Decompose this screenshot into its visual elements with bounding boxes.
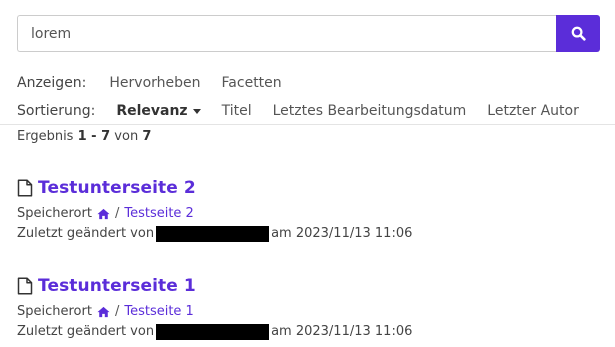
redacted-author [156,225,270,242]
hit-location-link[interactable]: Testseite 1 [124,304,193,319]
caret-down-icon [192,109,201,114]
hit-modified-date: am 2023/11/13 11:06 [271,324,413,339]
document-icon [17,277,33,295]
sort-relevance-label: Relevanz [116,103,188,119]
sort-options: Sortierung: Relevanz Titel Letztes Bearb… [17,101,600,121]
hit-location-label: Speicherort [17,206,92,221]
search-button[interactable] [556,15,600,52]
home-icon[interactable] [97,208,110,220]
hit-modified-prefix: Zuletzt geändert von [17,226,155,241]
breadcrumb-separator: / [114,304,120,319]
sort-last-author-option[interactable]: Letzter Autor [487,103,579,119]
search-hit: Testunterseite 1 Speicherort / Testseite… [17,274,607,340]
facets-option[interactable]: Facetten [222,75,282,91]
hit-location: Speicherort / Testseite 1 [17,303,607,320]
display-options: Anzeigen: Hervorheben Facetten [17,73,303,93]
result-total: 7 [142,129,152,144]
sort-title-option[interactable]: Titel [222,103,252,119]
hit-title-link[interactable]: Testunterseite 2 [38,178,196,198]
redacted-author [156,323,270,340]
hit-modified-prefix: Zuletzt geändert von [17,324,155,339]
breadcrumb-separator: / [114,206,120,221]
result-count: Ergebnis 1 - 7 von 7 [17,129,151,144]
hit-location: Speicherort / Testseite 2 [17,205,607,222]
sort-options-label: Sortierung: [17,103,96,119]
search-bar [17,15,600,52]
divider [0,124,615,125]
search-icon [571,26,586,41]
display-options-label: Anzeigen: [17,75,87,91]
hit-location-label: Speicherort [17,304,92,319]
hit-modified: Zuletzt geändert von am 2023/11/13 11:06 [17,225,607,242]
document-icon [17,179,33,197]
sort-last-modified-option[interactable]: Letztes Bearbeitungsdatum [273,103,467,119]
sort-relevance-dropdown[interactable]: Relevanz [116,103,201,119]
hit-location-link[interactable]: Testseite 2 [124,206,193,221]
hit-title-row: Testunterseite 1 [17,274,607,298]
result-count-prefix: Ergebnis [17,129,74,144]
hit-title-link[interactable]: Testunterseite 1 [38,276,196,296]
result-range: 1 - 7 [77,129,111,144]
result-count-of: von [114,129,139,144]
highlight-option[interactable]: Hervorheben [109,75,200,91]
hit-title-row: Testunterseite 2 [17,176,607,200]
search-hit: Testunterseite 2 Speicherort / Testseite… [17,176,607,242]
search-input[interactable] [17,15,556,52]
hit-modified: Zuletzt geändert von am 2023/11/13 11:06 [17,323,607,340]
hit-modified-date: am 2023/11/13 11:06 [271,226,413,241]
home-icon[interactable] [97,306,110,318]
